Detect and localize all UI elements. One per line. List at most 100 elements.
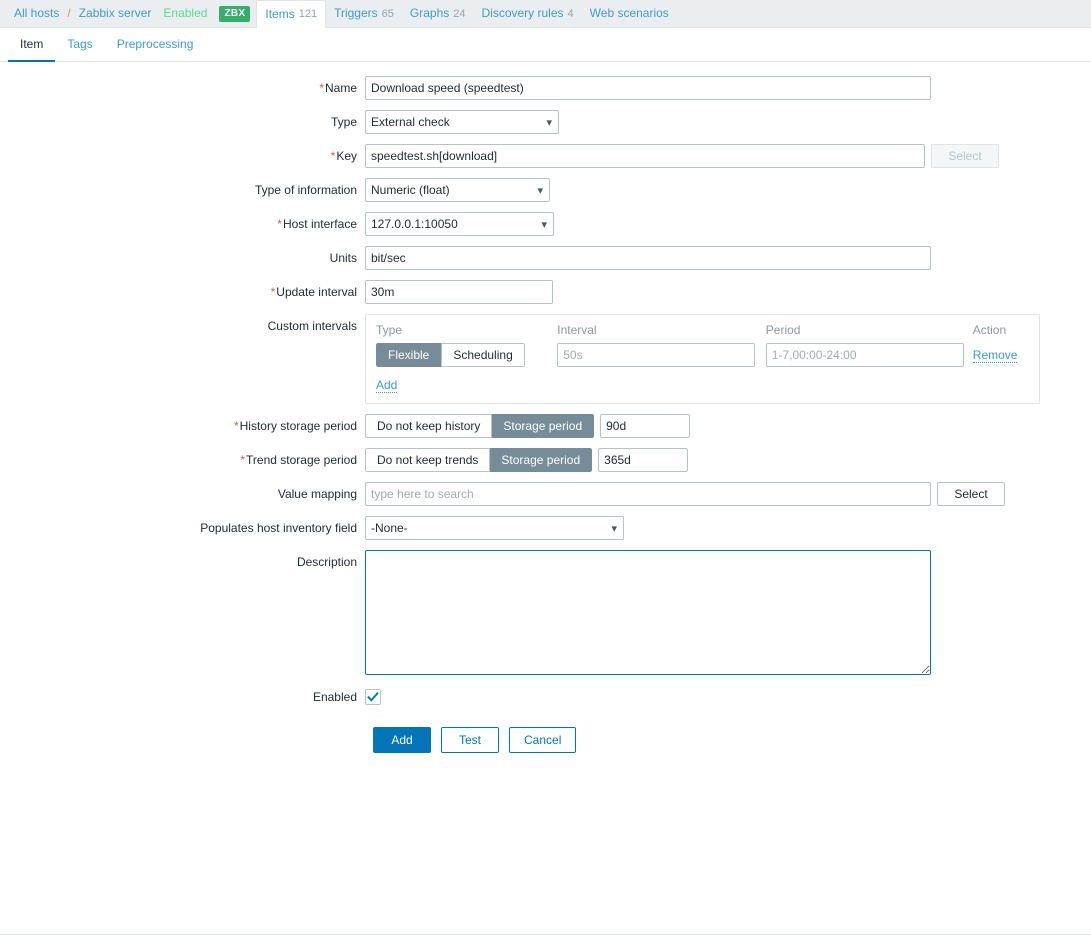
required-marker: * [319, 81, 324, 95]
breadcrumb-discovery-rules-label: Discovery rules [481, 5, 564, 20]
breadcrumb-triggers-label: Triggers [334, 5, 378, 20]
trend-storage-period-option[interactable]: Storage period [490, 448, 593, 472]
custom-interval-remove-link[interactable]: Remove [972, 348, 1018, 363]
label-populates-host-inventory-field: Populates host inventory field [200, 521, 357, 535]
breadcrumb-graphs-count: 24 [453, 7, 466, 20]
label-trend-storage-period: *Trend storage period [240, 453, 357, 467]
breadcrumb-web-scenarios-label: Web scenarios [589, 6, 669, 20]
custom-intervals-header-interval: Interval [557, 323, 597, 337]
history-storage-period-toggle: Do not keep history Storage period [365, 414, 595, 438]
tab-tags[interactable]: Tags [55, 28, 104, 62]
custom-intervals-type-cell: Flexible Scheduling [376, 343, 557, 369]
field-row-type-of-information: Type of information Numeric (float) ▾ [0, 178, 1091, 202]
label-history-storage-period: *History storage period [233, 419, 357, 433]
breadcrumb-item-triggers[interactable]: Triggers 65 [326, 0, 402, 28]
field-row-value-mapping: Value mapping Select [0, 482, 1091, 506]
trend-storage-period-toggle: Do not keep trends Storage period [365, 448, 593, 472]
field-row-enabled: Enabled [0, 685, 1091, 709]
field-row-name: *Name [0, 76, 1091, 100]
type-select[interactable]: External check [365, 110, 559, 134]
form-footer: Add Test Cancel [0, 727, 1091, 753]
breadcrumb-item-graphs[interactable]: Graphs 24 [402, 0, 474, 28]
required-marker: * [270, 285, 276, 299]
breadcrumb-item-items[interactable]: Items 121 [256, 0, 327, 28]
custom-intervals-header-action: Action [972, 323, 1007, 337]
add-button[interactable]: Add [373, 727, 431, 753]
custom-intervals-header-period: Period [765, 323, 801, 337]
breadcrumb-discovery-rules-count: 4 [567, 7, 574, 20]
breadcrumb-separator: / [67, 6, 71, 20]
label-units: Units [329, 251, 357, 265]
custom-interval-add-link[interactable]: Add [376, 378, 398, 393]
label-host-interface: *Host interface [277, 217, 357, 231]
history-storage-period-input[interactable] [600, 414, 691, 438]
field-row-type: Type External check ▾ [0, 110, 1091, 134]
trend-storage-period-input[interactable] [598, 448, 689, 472]
cancel-button[interactable]: Cancel [509, 727, 577, 753]
custom-interval-type-flexible[interactable]: Flexible [376, 343, 442, 367]
zbx-agent-badge: ZBX [219, 5, 251, 22]
breadcrumb-graphs-label: Graphs [409, 5, 450, 20]
field-row-host-interface: *Host interface 127.0.0.1:10050 ▾ [0, 212, 1091, 236]
breadcrumb-host-name[interactable]: Zabbix server [73, 0, 158, 27]
update-interval-input[interactable] [365, 280, 553, 304]
breadcrumb-triggers-count: 65 [381, 7, 394, 20]
required-marker: * [330, 149, 336, 163]
tab-item[interactable]: Item [8, 28, 56, 62]
field-row-description: Description [0, 550, 1091, 675]
key-select-button[interactable]: Select [931, 144, 999, 168]
label-name: *Name [319, 81, 357, 95]
label-value-mapping: Value mapping [277, 487, 357, 501]
custom-intervals-period-cell [765, 343, 973, 369]
custom-interval-interval-input[interactable] [557, 343, 756, 367]
label-enabled: Enabled [312, 690, 357, 704]
label-key: *Key [330, 149, 357, 163]
value-mapping-input[interactable] [365, 482, 931, 506]
tab-preprocessing[interactable]: Preprocessing [105, 28, 206, 62]
breadcrumb-items-count: 121 [298, 7, 318, 20]
field-row-update-interval: *Update interval [0, 280, 1091, 304]
custom-interval-period-input[interactable] [765, 343, 964, 367]
breadcrumb-item-discovery-rules[interactable]: Discovery rules 4 [474, 0, 582, 28]
required-marker: * [277, 217, 282, 231]
label-description: Description [296, 555, 357, 569]
field-row-history-storage-period: *History storage period Do not keep hist… [0, 414, 1091, 438]
description-textarea[interactable] [365, 550, 931, 675]
host-interface-select[interactable]: 127.0.0.1:10050 [365, 212, 554, 236]
custom-interval-type-toggle: Flexible Scheduling [376, 343, 525, 367]
custom-intervals-row: Flexible Scheduling Remov [376, 343, 1029, 369]
label-type: Type [330, 115, 357, 129]
custom-interval-type-scheduling[interactable]: Scheduling [441, 343, 525, 367]
required-marker: * [240, 453, 246, 467]
host-status-label: Enabled [163, 6, 208, 20]
field-row-key: *Key Select [0, 144, 1091, 168]
check-icon [367, 691, 379, 702]
custom-intervals-box: Type Interval Period Action Flexible Sch… [365, 314, 1040, 404]
trend-do-not-keep-option[interactable]: Do not keep trends [365, 448, 491, 472]
item-configuration-form: *Name Type External check ▾ *Key Select … [0, 62, 1091, 753]
breadcrumb-item-web-scenarios[interactable]: Web scenarios [582, 0, 681, 27]
field-row-units: Units [0, 246, 1091, 270]
history-do-not-keep-option[interactable]: Do not keep history [365, 414, 493, 438]
custom-intervals-interval-cell [557, 343, 766, 369]
test-button[interactable]: Test [441, 727, 499, 753]
units-input[interactable] [365, 246, 931, 270]
footer-spacer [0, 727, 365, 753]
key-input[interactable] [365, 144, 925, 168]
label-update-interval: *Update interval [270, 285, 357, 299]
type-of-information-select[interactable]: Numeric (float) [365, 178, 550, 202]
populates-host-inventory-field-select[interactable]: -None- [365, 516, 624, 540]
name-input[interactable] [365, 76, 931, 100]
breadcrumb-all-hosts[interactable]: All hosts [8, 0, 65, 27]
value-mapping-select-button[interactable]: Select [937, 482, 1005, 506]
enabled-checkbox[interactable] [365, 689, 381, 705]
field-row-trend-storage-period: *Trend storage period Do not keep trends… [0, 448, 1091, 472]
history-storage-period-option[interactable]: Storage period [492, 414, 595, 438]
breadcrumb: All hosts / Zabbix server Enabled ZBX It… [0, 0, 1091, 28]
label-custom-intervals: Custom intervals [267, 319, 357, 333]
custom-intervals-action-cell: Remove [972, 343, 1029, 369]
label-type-of-information: Type of information [254, 183, 357, 197]
field-row-populates-host-inventory-field: Populates host inventory field -None- ▾ [0, 516, 1091, 540]
custom-intervals-header-row: Type Interval Period Action [376, 323, 1029, 343]
required-marker: * [233, 419, 239, 433]
